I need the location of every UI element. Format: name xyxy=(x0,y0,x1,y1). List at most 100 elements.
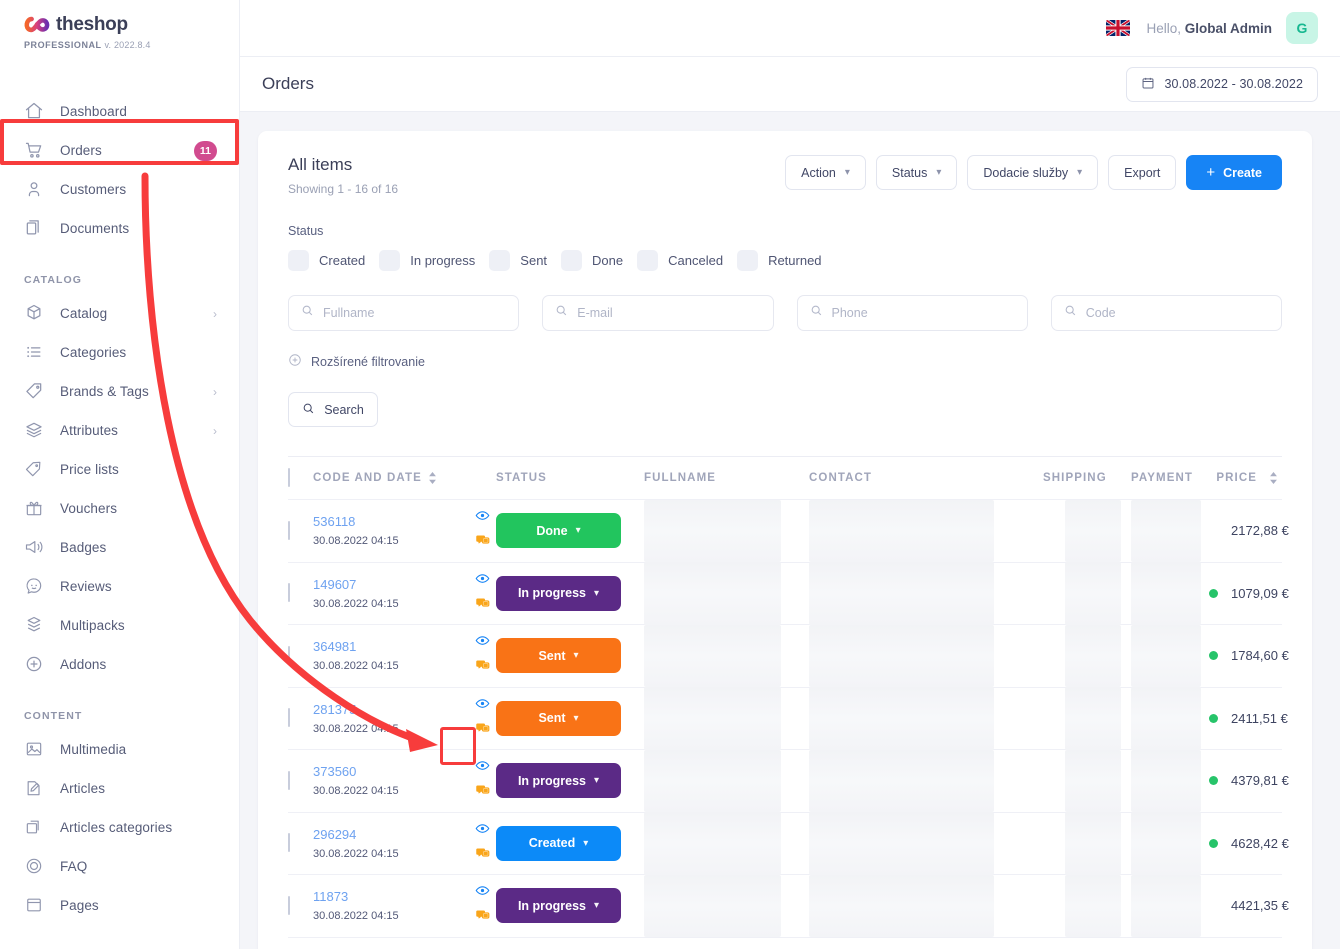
order-code-link[interactable]: 536118 xyxy=(313,514,468,529)
export-button[interactable]: Export xyxy=(1108,155,1177,190)
status-dropdown-button[interactable]: In progress ▾ xyxy=(496,888,621,924)
sidebar-item-badges[interactable]: Badges xyxy=(0,528,239,567)
order-code-link[interactable]: 364981 xyxy=(313,639,468,654)
sidebar-item-multipacks[interactable]: Multipacks xyxy=(0,606,239,645)
redacted-contact xyxy=(809,874,994,937)
sidebar-item-price-lists[interactable]: Price lists xyxy=(0,450,239,489)
sidebar-item-faq[interactable]: FAQ xyxy=(0,847,239,886)
code-field[interactable] xyxy=(1050,295,1282,331)
order-code-link[interactable]: 296294 xyxy=(313,827,468,842)
sidebar-item-pages[interactable]: Pages xyxy=(0,886,239,925)
status-chip-returned[interactable]: Returned xyxy=(737,250,822,271)
sidebar-item-attributes[interactable]: Attributes › xyxy=(0,411,239,450)
checkbox-icon xyxy=(288,250,309,271)
sidebar-item-addons[interactable]: Addons xyxy=(0,645,239,684)
row-checkbox[interactable] xyxy=(288,770,290,790)
status-dropdown[interactable]: Status ▾ xyxy=(875,155,958,190)
chat-icon[interactable] xyxy=(475,533,490,553)
advanced-filtering-toggle[interactable]: Rozšírené filtrovanie xyxy=(288,353,1282,370)
eye-icon[interactable] xyxy=(475,821,490,841)
order-code-link[interactable]: 11873 xyxy=(313,889,468,904)
column-price[interactable]: PRICE xyxy=(1209,472,1282,484)
phone-input[interactable] xyxy=(831,306,1015,320)
table-row[interactable]: 296294 30.08.2022 04:15 Created ▾ 4628,42 € xyxy=(288,812,1289,875)
status-chip-canceled[interactable]: Canceled xyxy=(637,250,723,271)
delivery-services-dropdown[interactable]: Dodacie služby ▾ xyxy=(967,155,1099,190)
table-row[interactable]: 149607 30.08.2022 04:15 In progress ▾ 1079,0… xyxy=(288,562,1289,625)
search-button[interactable]: Search xyxy=(288,392,378,427)
chat-icon[interactable] xyxy=(475,658,490,678)
row-checkbox[interactable] xyxy=(288,833,290,853)
chat-icon[interactable] xyxy=(475,783,490,803)
status-chip-label: Created xyxy=(319,253,366,268)
sidebar-item-catalog[interactable]: Catalog › xyxy=(0,294,239,333)
row-checkbox[interactable] xyxy=(288,895,290,915)
sidebar-item-multimedia[interactable]: Multimedia xyxy=(0,730,239,769)
row-checkbox[interactable] xyxy=(288,583,290,603)
chat-icon[interactable] xyxy=(475,846,490,866)
status-dropdown-button[interactable]: In progress ▾ xyxy=(496,575,621,611)
status-dropdown-button[interactable]: Sent ▾ xyxy=(496,638,621,674)
status-dropdown-button[interactable]: Created ▾ xyxy=(496,825,621,861)
status-chip-created[interactable]: Created xyxy=(288,250,365,271)
table-row[interactable]: 281375 30.08.2022 04:15 Sent ▾ 2411,51 € xyxy=(288,687,1288,750)
status-dropdown-button[interactable]: Sent ▾ xyxy=(496,700,621,736)
table-row[interactable]: 536118 30.08.2022 04:15 Done ▾ 2172,88 € xyxy=(288,499,1289,563)
code-input[interactable] xyxy=(1085,306,1269,320)
chat-icon[interactable] xyxy=(475,908,490,928)
eye-icon[interactable] xyxy=(475,633,490,653)
action-dropdown[interactable]: Action ▾ xyxy=(785,155,866,190)
order-code-link[interactable]: 373560 xyxy=(313,764,468,779)
sidebar-item-orders[interactable]: Orders 11 xyxy=(0,131,239,170)
create-button[interactable]: + Create xyxy=(1186,155,1282,190)
table-row[interactable]: 11873 30.08.2022 04:15 In progress ▾ 4421,35… xyxy=(288,874,1289,938)
redacted-contact xyxy=(809,749,994,812)
row-price-cell: 1079,09 € xyxy=(1209,586,1293,601)
sidebar-item-brands-tags[interactable]: Brands & Tags › xyxy=(0,372,239,411)
avatar[interactable]: G xyxy=(1286,12,1318,44)
sidebar-item-vouchers[interactable]: Vouchers xyxy=(0,489,239,528)
sidebar-item-documents[interactable]: Documents xyxy=(0,209,239,248)
eye-icon[interactable] xyxy=(475,508,490,528)
sidebar-item-articles[interactable]: Articles xyxy=(0,769,239,808)
order-code-link[interactable]: 281375 xyxy=(313,702,468,717)
row-checkbox[interactable] xyxy=(288,708,290,728)
column-code-and-date[interactable]: CODE AND DATE xyxy=(313,472,468,484)
eye-icon[interactable] xyxy=(475,758,490,778)
phone-field[interactable] xyxy=(796,295,1028,331)
row-code-cell: 281375 30.08.2022 04:15 xyxy=(313,702,468,735)
eye-icon[interactable] xyxy=(475,883,490,903)
eye-icon[interactable] xyxy=(475,571,490,591)
status-dropdown-button[interactable]: Done ▾ xyxy=(496,513,621,549)
sidebar-item-dashboard[interactable]: Dashboard xyxy=(0,92,239,131)
row-checkbox[interactable] xyxy=(288,645,290,665)
row-fullname-cell xyxy=(644,499,809,562)
status-chip-sent[interactable]: Sent xyxy=(489,250,547,271)
chevron-down-icon: ▾ xyxy=(594,900,600,912)
eye-icon[interactable] xyxy=(475,696,490,716)
date-range-picker[interactable]: 30.08.2022 - 30.08.2022 xyxy=(1126,66,1318,102)
row-payment-cell xyxy=(1131,812,1209,875)
status-chip-done[interactable]: Done xyxy=(561,250,623,271)
email-input[interactable] xyxy=(577,306,761,320)
brand-name: theshop xyxy=(56,14,128,35)
row-checkbox[interactable] xyxy=(288,520,290,540)
box-icon xyxy=(24,303,46,325)
sidebar-item-reviews[interactable]: Reviews xyxy=(0,567,239,606)
sidebar-item-categories[interactable]: Categories xyxy=(0,333,239,372)
table-row[interactable]: 364981 30.08.2022 04:15 Sent ▾ 1784,60 € xyxy=(288,624,1289,688)
chat-icon[interactable] xyxy=(475,721,490,741)
table-row[interactable]: 373560 30.08.2022 04:15 In progress ▾ 4379,8… xyxy=(288,749,1289,813)
select-all-checkbox[interactable] xyxy=(288,468,290,487)
orders-table: CODE AND DATE STATUS FULLNAME CONTACT SH… xyxy=(288,456,1289,938)
email-field[interactable] xyxy=(542,295,774,331)
chat-icon[interactable] xyxy=(475,596,490,616)
status-chip-in-progress[interactable]: In progress xyxy=(379,250,475,271)
order-code-link[interactable]: 149607 xyxy=(313,577,468,592)
uk-flag-icon[interactable] xyxy=(1106,20,1131,36)
fullname-field[interactable] xyxy=(288,295,520,331)
sidebar-item-articles-categories[interactable]: Articles categories xyxy=(0,808,239,847)
sidebar-item-customers[interactable]: Customers xyxy=(0,170,239,209)
fullname-input[interactable] xyxy=(323,306,507,320)
status-dropdown-button[interactable]: In progress ▾ xyxy=(496,763,621,799)
